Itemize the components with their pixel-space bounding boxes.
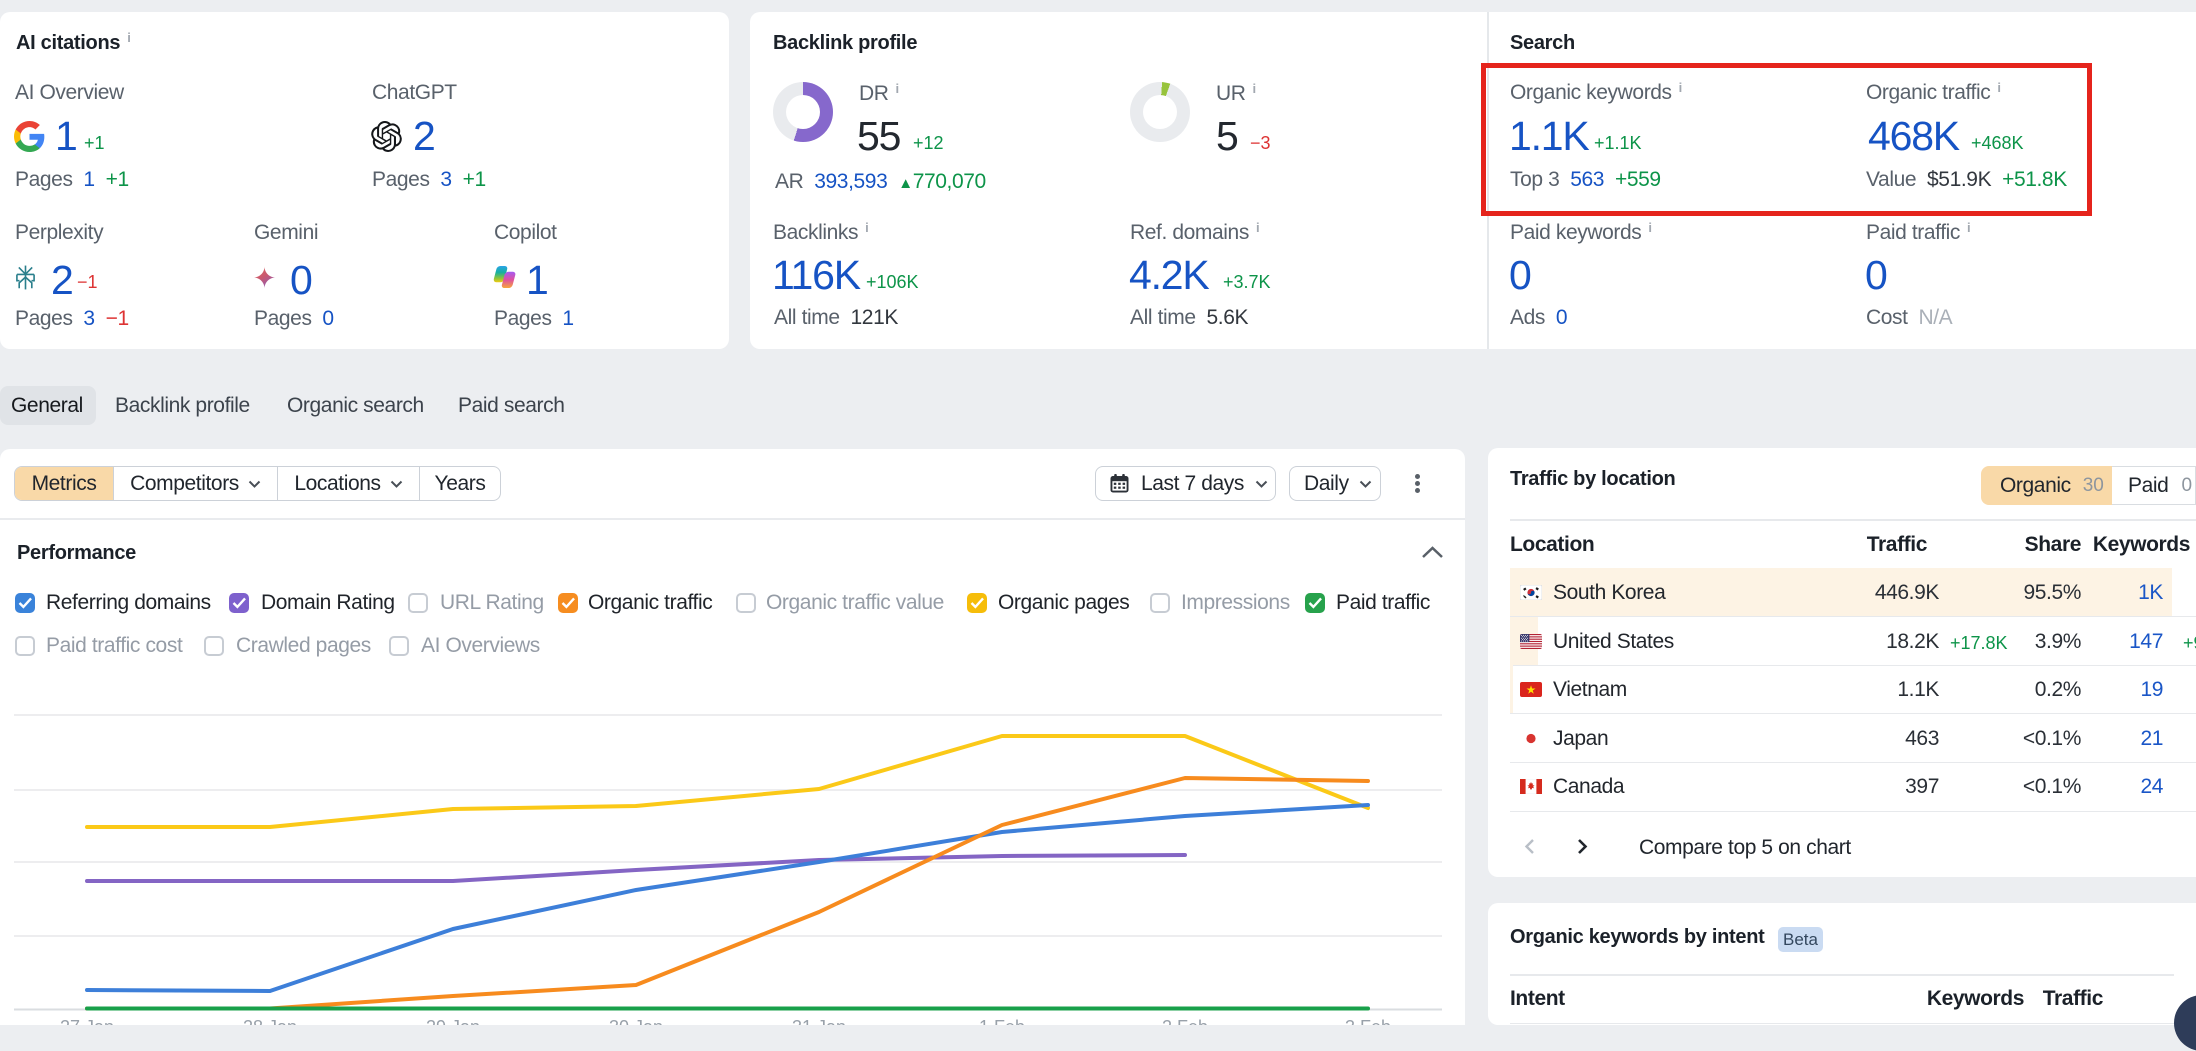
svg-text:28 Jan: 28 Jan [243,1017,297,1025]
svg-text:31 Jan: 31 Jan [792,1017,846,1025]
svg-text:1 Feb: 1 Feb [979,1017,1025,1025]
svg-text:29 Jan: 29 Jan [426,1017,480,1025]
svg-text:27 Jan: 27 Jan [60,1017,114,1025]
svg-text:2 Feb: 2 Feb [1162,1017,1208,1025]
svg-text:30 Jan: 30 Jan [609,1017,663,1025]
svg-text:3 Feb: 3 Feb [1345,1017,1391,1025]
